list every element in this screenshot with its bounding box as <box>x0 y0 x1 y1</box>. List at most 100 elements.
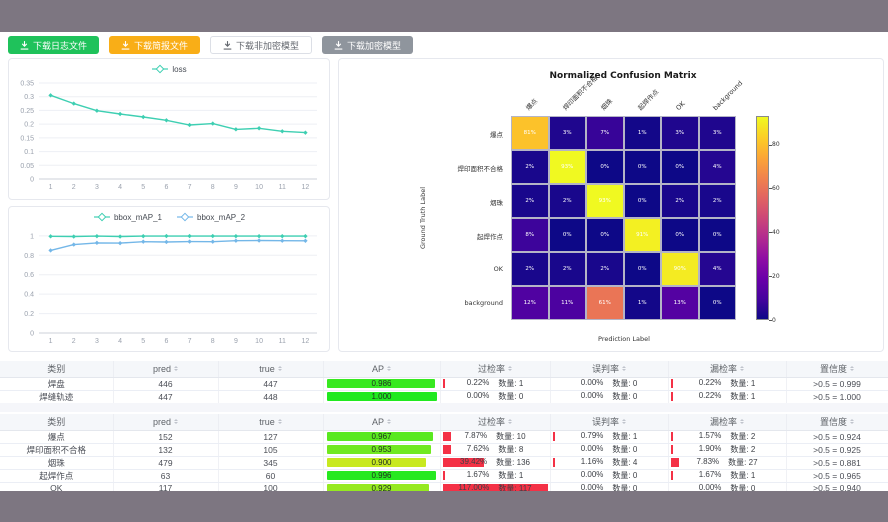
cm-cell: 2% <box>549 252 587 286</box>
rate-count: 数量: 1 <box>498 470 523 481</box>
rate-bar <box>671 471 673 480</box>
rate-percent: 7.62% <box>467 444 490 455</box>
rate-count: 数量: 136 <box>496 457 530 468</box>
svg-text:0.35: 0.35 <box>20 81 34 88</box>
rate-cell: 0.22%数量: 1 <box>668 377 786 390</box>
pred-cell: 446 <box>113 377 218 390</box>
cm-cell: 4% <box>699 150 737 184</box>
download-report-file-button[interactable]: 下载简报文件 <box>109 36 200 54</box>
sort-icon[interactable] <box>174 419 178 424</box>
sort-icon[interactable] <box>740 419 744 424</box>
column-header-0[interactable]: 类别 <box>0 361 113 377</box>
table-header-row: 类别pred true AP过检率误判率 漏检率 置信度 <box>0 414 888 430</box>
column-header-4[interactable]: 过检率 <box>440 361 550 377</box>
colorbar-tick-label: 0 <box>772 317 776 324</box>
column-header-1[interactable]: pred <box>113 361 218 377</box>
svg-text:9: 9 <box>234 338 238 345</box>
column-header-7[interactable]: 置信度 <box>786 414 888 430</box>
cm-cell: 2% <box>549 184 587 218</box>
cm-cell: 81% <box>511 116 549 150</box>
legend-label: bbox_mAP_2 <box>197 213 245 222</box>
rate-percent: 1.67% <box>699 470 722 481</box>
svg-text:8: 8 <box>211 338 215 345</box>
cm-cell: 2% <box>661 184 699 218</box>
pred-cell: 447 <box>113 390 218 403</box>
sort-icon[interactable] <box>387 419 391 424</box>
cm-cell: 2% <box>511 184 549 218</box>
rate-cell: 0.22%数量: 1 <box>440 377 550 390</box>
defect-metrics-table: 类别predtrueAP过检率误判率漏检率置信度爆点1521270.9677.8… <box>0 414 888 495</box>
cm-cell: 90% <box>661 252 699 286</box>
rate-count: 数量: 1 <box>730 391 755 402</box>
svg-text:11: 11 <box>279 338 286 345</box>
sort-icon[interactable] <box>850 366 854 371</box>
sort-icon[interactable] <box>622 419 626 424</box>
column-header-6[interactable]: 漏检率 <box>668 414 786 430</box>
download-unencrypted-model-button[interactable]: 下载非加密模型 <box>210 36 312 54</box>
cm-row-label: 烟珠 <box>339 197 503 207</box>
column-header-3[interactable]: AP <box>323 361 440 377</box>
column-header-6[interactable]: 漏检率 <box>668 361 786 377</box>
class-cell: 烟珠 <box>0 456 113 469</box>
legend-item-bbox_mAP_2[interactable]: bbox_mAP_2 <box>176 212 245 222</box>
column-header-4[interactable]: 过检率 <box>440 414 550 430</box>
cm-cell: 3% <box>661 116 699 150</box>
cm-cell: 2% <box>511 150 549 184</box>
rate-percent: 39.42% <box>460 457 487 468</box>
cm-cell: 3% <box>699 116 737 150</box>
sort-icon[interactable] <box>387 366 391 371</box>
sort-icon[interactable] <box>508 419 512 424</box>
table-header-row: 类别predtrueAP过检率误判率漏检率置信度 <box>0 361 888 377</box>
rate-percent: 0.79% <box>581 431 604 442</box>
button-label: 下载加密模型 <box>347 39 401 52</box>
svg-text:10: 10 <box>255 184 263 191</box>
sort-icon[interactable] <box>508 366 512 371</box>
button-label: 下载日志文件 <box>33 39 87 52</box>
column-header-7[interactable]: 置信度 <box>786 361 888 377</box>
sort-icon[interactable] <box>622 366 626 371</box>
column-header-0[interactable]: 类别 <box>0 414 113 430</box>
cm-cell: 13% <box>661 286 699 320</box>
column-header-5[interactable]: 误判率 <box>550 361 668 377</box>
svg-text:0.2: 0.2 <box>24 122 34 129</box>
column-header-2[interactable]: true <box>218 414 323 430</box>
svg-text:9: 9 <box>234 184 238 191</box>
cm-cell: 0% <box>624 252 662 286</box>
rate-cell: 1.67% 数量: 1 <box>668 469 786 482</box>
column-header-label: true <box>259 417 275 427</box>
sort-icon[interactable] <box>278 419 282 424</box>
cm-row-label: background <box>339 299 503 307</box>
sort-icon[interactable] <box>278 366 282 371</box>
column-header-2[interactable]: true <box>218 361 323 377</box>
ap-cell: 0.900 <box>323 456 440 469</box>
colorbar-tick-label: 40 <box>772 229 780 236</box>
cm-cell: 93% <box>586 184 624 218</box>
rate-count: 数量: 1 <box>730 470 755 481</box>
window-chrome-bottom <box>0 491 888 522</box>
svg-text:3: 3 <box>95 184 99 191</box>
table-row: 焊印面积不合格1321050.9537.62%数量: 80.00%数量: 01.… <box>0 443 888 456</box>
pred-cell: 63 <box>113 469 218 482</box>
sort-icon[interactable] <box>174 366 178 371</box>
column-header-3[interactable]: AP <box>323 414 440 430</box>
column-header-label: 漏检率 <box>710 415 737 428</box>
cm-column-label: 起焊作点 <box>635 87 660 112</box>
rate-count: 数量: 10 <box>496 431 525 442</box>
cm-row-label: 爆点 <box>339 129 503 139</box>
rate-percent: 0.22% <box>467 378 490 389</box>
column-header-1[interactable]: pred <box>113 414 218 430</box>
ap-value: 0.986 <box>327 379 437 388</box>
download-encrypted-model-button[interactable]: 下载加密模型 <box>322 36 413 54</box>
svg-text:0.2: 0.2 <box>24 311 34 318</box>
rate-cell: 1.90%数量: 2 <box>668 443 786 456</box>
rate-cell: 1.16%数量: 4 <box>550 456 668 469</box>
column-header-5[interactable]: 误判率 <box>550 414 668 430</box>
download-icon <box>334 41 343 50</box>
sort-icon[interactable] <box>740 366 744 371</box>
legend-item-loss[interactable]: loss <box>151 64 186 74</box>
legend-item-bbox_mAP_1[interactable]: bbox_mAP_1 <box>93 212 162 222</box>
sort-icon[interactable] <box>850 419 854 424</box>
true-cell: 105 <box>218 443 323 456</box>
download-log-file-button[interactable]: 下载日志文件 <box>8 36 99 54</box>
cm-cell: 0% <box>661 218 699 252</box>
